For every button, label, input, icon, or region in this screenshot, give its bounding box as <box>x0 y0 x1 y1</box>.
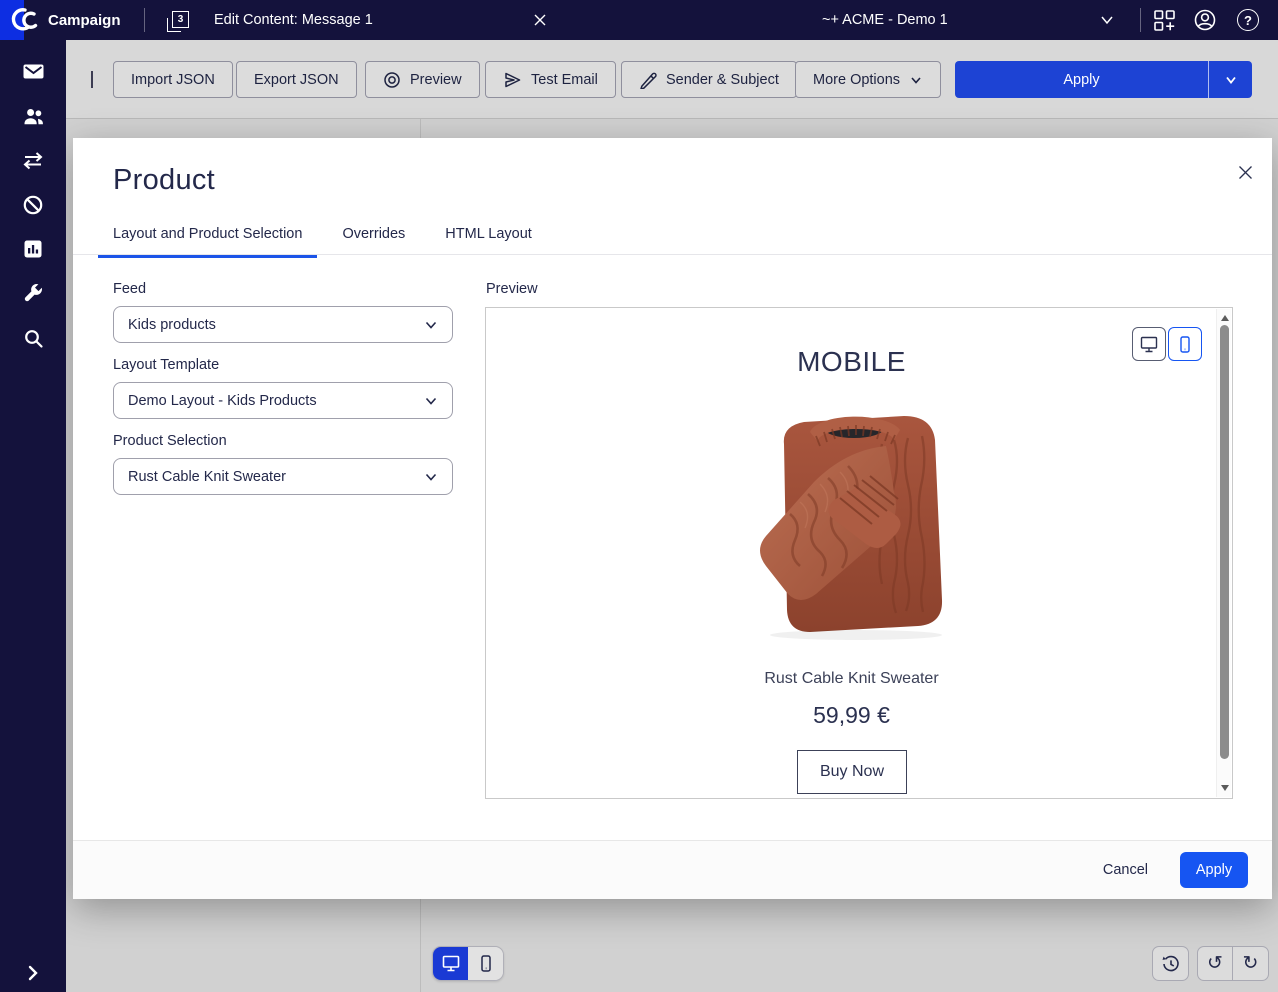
topbar-divider <box>1140 8 1141 32</box>
feed-select[interactable]: Kids products <box>113 306 453 343</box>
undo-redo-group: ↺ ↻ <box>1197 946 1269 981</box>
product-selection-value: Rust Cable Knit Sweater <box>128 469 286 485</box>
top-bar: Campaign 3 Edit Content: Message 1 ~+ AC… <box>0 0 1278 40</box>
cancel-button[interactable]: Cancel <box>1103 862 1148 878</box>
dialog-footer: Cancel Apply <box>73 840 1272 899</box>
sender-subject-button[interactable]: Sender & Subject <box>621 61 797 98</box>
preview-label: Preview <box>410 72 462 88</box>
desktop-toggle[interactable] <box>433 947 468 980</box>
import-json-button[interactable]: Import JSON <box>113 61 233 98</box>
sidebar-item-email[interactable] <box>11 49 55 94</box>
chevron-down-icon[interactable] <box>1098 12 1116 28</box>
people-icon <box>22 106 45 126</box>
send-icon <box>503 71 522 89</box>
desktop-icon <box>441 954 461 973</box>
chevron-down-icon <box>1223 73 1239 87</box>
chevron-down-icon <box>423 394 439 408</box>
product-selection-select[interactable]: Rust Cable Knit Sweater <box>113 458 453 495</box>
pages-icon: 3 <box>172 11 189 28</box>
product-dialog: Product Layout and Product Selection Ove… <box>73 138 1272 899</box>
sidebar-item-contacts[interactable] <box>11 94 55 139</box>
user-icon[interactable] <box>1193 8 1217 32</box>
product-image-sweater <box>736 392 968 642</box>
preview-device-heading: MOBILE <box>486 346 1217 378</box>
apply-dropdown-button[interactable] <box>1208 61 1252 98</box>
undo-button[interactable]: ↺ <box>1198 947 1233 980</box>
ban-icon <box>22 194 44 216</box>
chart-icon <box>22 238 44 260</box>
scroll-up-arrow[interactable] <box>1221 315 1229 321</box>
sidebar-item-search[interactable] <box>11 316 55 361</box>
mobile-icon <box>477 954 495 973</box>
export-json-button[interactable]: Export JSON <box>236 61 357 98</box>
apps-grid-icon[interactable] <box>1152 8 1176 32</box>
canvas-device-toggle <box>432 946 504 981</box>
sidebar-item-admin[interactable] <box>11 272 55 317</box>
preview-button[interactable]: Preview <box>365 61 480 98</box>
preview-product-price: 59,99 € <box>486 702 1217 729</box>
close-dialog-button[interactable] <box>1233 160 1257 184</box>
history-button[interactable] <box>1152 946 1189 981</box>
pages-count: 3 <box>178 14 184 25</box>
redo-button[interactable]: ↻ <box>1233 947 1268 980</box>
apply-label: Apply <box>1063 72 1099 88</box>
scroll-down-arrow[interactable] <box>1221 785 1229 791</box>
wrench-icon <box>22 283 44 305</box>
preview-product-name: Rust Cable Knit Sweater <box>486 670 1217 688</box>
sidebar-item-automation[interactable] <box>11 138 55 183</box>
campaign-logo[interactable] <box>4 5 38 35</box>
dialog-title: Product <box>113 164 215 197</box>
app-title: Campaign <box>48 0 121 40</box>
preview-label: Preview <box>486 281 538 297</box>
sidebar-expand-button[interactable] <box>0 964 66 982</box>
history-icon <box>1161 954 1181 974</box>
swap-icon <box>22 151 44 170</box>
search-icon <box>23 328 44 349</box>
buy-now-button[interactable]: Buy Now <box>797 750 907 794</box>
sidebar-nav <box>0 40 66 992</box>
sidebar-item-analytics[interactable] <box>11 227 55 272</box>
sender-subject-label: Sender & Subject <box>666 72 779 88</box>
scrollbar-thumb[interactable] <box>1220 325 1229 759</box>
close-tab-icon[interactable] <box>531 11 549 29</box>
tabs-divider <box>73 254 1272 255</box>
more-options-button[interactable]: More Options <box>795 61 941 98</box>
more-options-label: More Options <box>813 72 900 88</box>
layout-template-value: Demo Layout - Kids Products <box>128 393 317 409</box>
account-selector-label[interactable]: ~+ ACME - Demo 1 <box>822 0 948 40</box>
feed-label: Feed <box>113 281 146 297</box>
chevron-down-icon <box>423 470 439 484</box>
layout-template-label: Layout Template <box>113 357 219 373</box>
preview-scrollbar <box>1216 309 1231 797</box>
test-email-button[interactable]: Test Email <box>485 61 616 98</box>
layout-template-select[interactable]: Demo Layout - Kids Products <box>113 382 453 419</box>
test-email-label: Test Email <box>531 72 598 88</box>
mail-icon <box>22 61 45 82</box>
export-json-label: Export JSON <box>254 72 339 88</box>
help-icon[interactable]: ? <box>1236 8 1260 32</box>
import-json-label: Import JSON <box>131 72 215 88</box>
editor-toolbar: Import JSON Export JSON Preview Test Ema… <box>66 40 1278 119</box>
panel-handle[interactable] <box>91 71 93 88</box>
preview-panel: MOBILE <box>485 307 1233 799</box>
dialog-apply-button[interactable]: Apply <box>1180 852 1248 888</box>
topbar-divider <box>144 8 145 32</box>
undo-icon: ↺ <box>1207 952 1223 975</box>
chevron-down-icon <box>423 318 439 332</box>
sidebar-item-exclusion[interactable] <box>11 183 55 228</box>
content-tab-title: Edit Content: Message 1 <box>214 0 373 40</box>
apply-button[interactable]: Apply <box>955 61 1208 98</box>
apply-split-button: Apply <box>955 61 1252 98</box>
pencil-icon <box>639 71 657 89</box>
feed-value: Kids products <box>128 317 216 333</box>
mobile-toggle[interactable] <box>468 947 503 980</box>
preview-icon <box>383 71 401 89</box>
redo-icon: ↻ <box>1243 952 1259 975</box>
expand-icon <box>25 964 41 982</box>
chevron-down-icon <box>909 73 923 87</box>
product-selection-label: Product Selection <box>113 433 227 449</box>
